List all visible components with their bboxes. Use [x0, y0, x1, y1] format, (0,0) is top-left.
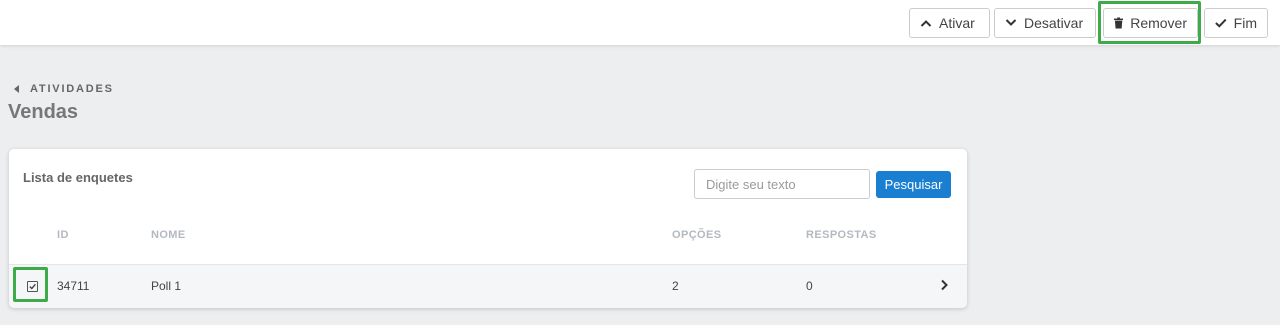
- activate-button[interactable]: Ativar: [909, 8, 990, 38]
- check-icon: [1215, 18, 1227, 28]
- top-toolbar: Ativar Desativar Remover Fim: [0, 0, 1280, 45]
- remove-button-highlight: [1098, 1, 1201, 44]
- search-input[interactable]: [694, 169, 870, 199]
- column-header-name[interactable]: NOME: [151, 229, 186, 241]
- breadcrumb[interactable]: ATIVIDADES: [14, 83, 114, 95]
- row-responses: 0: [806, 279, 813, 293]
- table-row[interactable]: 34711 Poll 1 2 0: [9, 264, 967, 308]
- card-title: Lista de enquetes: [23, 170, 133, 185]
- chevron-down-icon: [1005, 19, 1017, 26]
- poll-list-card: Lista de enquetes Pesquisar ID NOME OPÇÕ…: [9, 149, 967, 308]
- breadcrumb-label[interactable]: ATIVIDADES: [30, 83, 114, 95]
- deactivate-button[interactable]: Desativar: [994, 8, 1096, 38]
- finish-button[interactable]: Fim: [1204, 8, 1268, 38]
- chevron-right-icon[interactable]: [940, 279, 948, 291]
- row-id: 34711: [57, 279, 90, 293]
- row-name: Poll 1: [151, 279, 182, 293]
- column-header-id[interactable]: ID: [57, 229, 69, 241]
- finish-label: Fim: [1233, 15, 1257, 31]
- search-button[interactable]: Pesquisar: [876, 171, 951, 198]
- page-title: Vendas: [8, 101, 79, 123]
- caret-left-icon: [14, 85, 19, 93]
- deactivate-label: Desativar: [1024, 15, 1084, 31]
- column-header-responses[interactable]: RESPOSTAS: [806, 229, 877, 241]
- row-options: 2: [672, 279, 679, 293]
- column-header-options[interactable]: OPÇÕES: [672, 229, 721, 241]
- chevron-up-icon: [920, 20, 932, 27]
- activate-label: Ativar: [939, 15, 975, 31]
- row-checkbox-highlight: [13, 267, 48, 302]
